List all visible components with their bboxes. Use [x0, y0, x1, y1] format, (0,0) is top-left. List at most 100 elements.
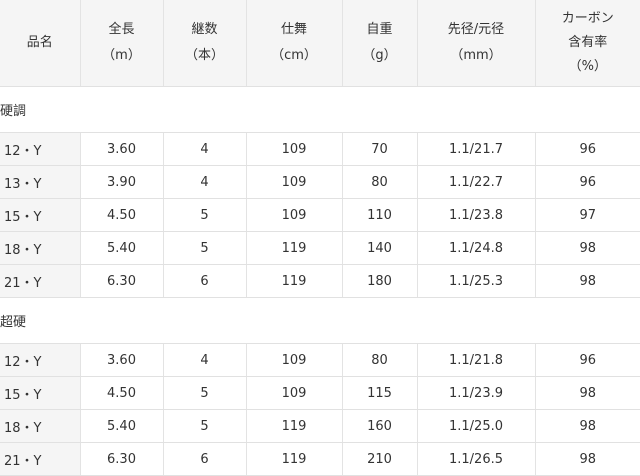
header-diameter: 先径/元径 （mm）: [417, 0, 536, 87]
header-unit: （g）: [362, 48, 397, 63]
cell-model: 21・Y: [0, 442, 81, 476]
cell-weight: 140: [342, 231, 418, 265]
cell-model: 12・Y: [0, 343, 81, 377]
table-row: 15・Y 4.50 5 109 115 1.1/23.9 98: [0, 376, 640, 410]
cell-diameter: 1.1/26.5: [417, 442, 536, 476]
cell-length: 4.50: [80, 198, 164, 232]
cell-sections: 5: [163, 231, 247, 265]
header-label: 品名: [26, 35, 53, 50]
cell-model: 15・Y: [0, 198, 81, 232]
cell-closed-length: 119: [246, 231, 343, 265]
cell-model: 18・Y: [0, 409, 81, 443]
cell-closed-length: 119: [246, 264, 343, 298]
cell-weight: 80: [342, 165, 418, 199]
cell-closed-length: 109: [246, 165, 343, 199]
table-row: 12・Y 3.60 4 109 80 1.1/21.8 96: [0, 343, 640, 377]
cell-carbon: 98: [535, 409, 640, 443]
cell-closed-length: 109: [246, 343, 343, 377]
cell-weight: 210: [342, 442, 418, 476]
cell-carbon: 96: [535, 343, 640, 377]
table-row: 18・Y 5.40 5 119 160 1.1/25.0 98: [0, 409, 640, 443]
cell-diameter: 1.1/23.9: [417, 376, 536, 410]
cell-diameter: 1.1/23.8: [417, 198, 536, 232]
cell-length: 6.30: [80, 264, 164, 298]
cell-carbon: 98: [535, 264, 640, 298]
cell-carbon: 96: [535, 165, 640, 199]
cell-closed-length: 109: [246, 198, 343, 232]
group-label: 超硬: [0, 297, 640, 344]
table-row: 21・Y 6.30 6 119 180 1.1/25.3 98: [0, 264, 640, 298]
cell-closed-length: 119: [246, 442, 343, 476]
cell-closed-length: 119: [246, 409, 343, 443]
cell-carbon: 98: [535, 442, 640, 476]
header-label: 継数: [191, 22, 218, 37]
header-unit: （mm）: [450, 48, 502, 63]
table-body: 硬調 12・Y 3.60 4 109 70 1.1/21.7 96 13・Y 3.90 4 109 80…: [0, 86, 640, 476]
cell-diameter: 1.1/24.8: [417, 231, 536, 265]
cell-length: 4.50: [80, 376, 164, 410]
cell-length: 5.40: [80, 409, 164, 443]
cell-length: 5.40: [80, 231, 164, 265]
table-row: 15・Y 4.50 5 109 110 1.1/23.8 97: [0, 198, 640, 232]
header-unit: （%）: [568, 59, 607, 74]
header-carbon-content: カーボン 含有率 （%）: [535, 0, 640, 87]
cell-weight: 80: [342, 343, 418, 377]
cell-model: 18・Y: [0, 231, 81, 265]
cell-carbon: 98: [535, 231, 640, 265]
cell-sections: 4: [163, 343, 247, 377]
table-header-row: 品名 全長 （m） 継数 （本） 仕舞 （cm） 自重 （g） 先径/元径 （m…: [0, 0, 640, 87]
cell-length: 3.90: [80, 165, 164, 199]
header-unit: （cm）: [271, 48, 317, 63]
cell-model: 15・Y: [0, 376, 81, 410]
cell-weight: 115: [342, 376, 418, 410]
cell-sections: 6: [163, 264, 247, 298]
cell-sections: 5: [163, 376, 247, 410]
header-label: 含有率: [568, 35, 608, 50]
header-label: カーボン: [561, 11, 614, 26]
cell-weight: 110: [342, 198, 418, 232]
cell-length: 3.60: [80, 132, 164, 166]
header-length: 全長 （m）: [80, 0, 164, 87]
cell-diameter: 1.1/25.0: [417, 409, 536, 443]
table-row: 18・Y 5.40 5 119 140 1.1/24.8 98: [0, 231, 640, 265]
group-header-row: 超硬: [0, 297, 640, 344]
group-header-row: 硬調: [0, 86, 640, 133]
cell-sections: 5: [163, 198, 247, 232]
header-closed-length: 仕舞 （cm）: [246, 0, 343, 87]
cell-closed-length: 109: [246, 376, 343, 410]
header-sections: 継数 （本）: [163, 0, 247, 87]
cell-diameter: 1.1/25.3: [417, 264, 536, 298]
cell-diameter: 1.1/21.7: [417, 132, 536, 166]
cell-weight: 180: [342, 264, 418, 298]
table-row: 13・Y 3.90 4 109 80 1.1/22.7 96: [0, 165, 640, 199]
header-product-name: 品名: [0, 0, 81, 87]
cell-length: 6.30: [80, 442, 164, 476]
table-row: 12・Y 3.60 4 109 70 1.1/21.7 96: [0, 132, 640, 166]
table-row: 21・Y 6.30 6 119 210 1.1/26.5 98: [0, 442, 640, 476]
cell-weight: 160: [342, 409, 418, 443]
header-label: 先径/元径: [447, 22, 505, 37]
cell-weight: 70: [342, 132, 418, 166]
cell-carbon: 96: [535, 132, 640, 166]
cell-model: 21・Y: [0, 264, 81, 298]
cell-sections: 5: [163, 409, 247, 443]
header-weight: 自重 （g）: [342, 0, 418, 87]
spec-table: 品名 全長 （m） 継数 （本） 仕舞 （cm） 自重 （g） 先径/元径 （m…: [0, 0, 640, 476]
cell-diameter: 1.1/22.7: [417, 165, 536, 199]
cell-carbon: 97: [535, 198, 640, 232]
cell-carbon: 98: [535, 376, 640, 410]
header-label: 全長: [108, 22, 135, 37]
header-label: 自重: [366, 22, 393, 37]
cell-closed-length: 109: [246, 132, 343, 166]
header-unit: （m）: [102, 48, 141, 63]
cell-model: 13・Y: [0, 165, 81, 199]
header-label: 仕舞: [280, 22, 307, 37]
cell-diameter: 1.1/21.8: [417, 343, 536, 377]
cell-sections: 6: [163, 442, 247, 476]
cell-model: 12・Y: [0, 132, 81, 166]
group-label: 硬調: [0, 86, 640, 133]
cell-length: 3.60: [80, 343, 164, 377]
cell-sections: 4: [163, 165, 247, 199]
header-unit: （本）: [184, 48, 224, 63]
cell-sections: 4: [163, 132, 247, 166]
